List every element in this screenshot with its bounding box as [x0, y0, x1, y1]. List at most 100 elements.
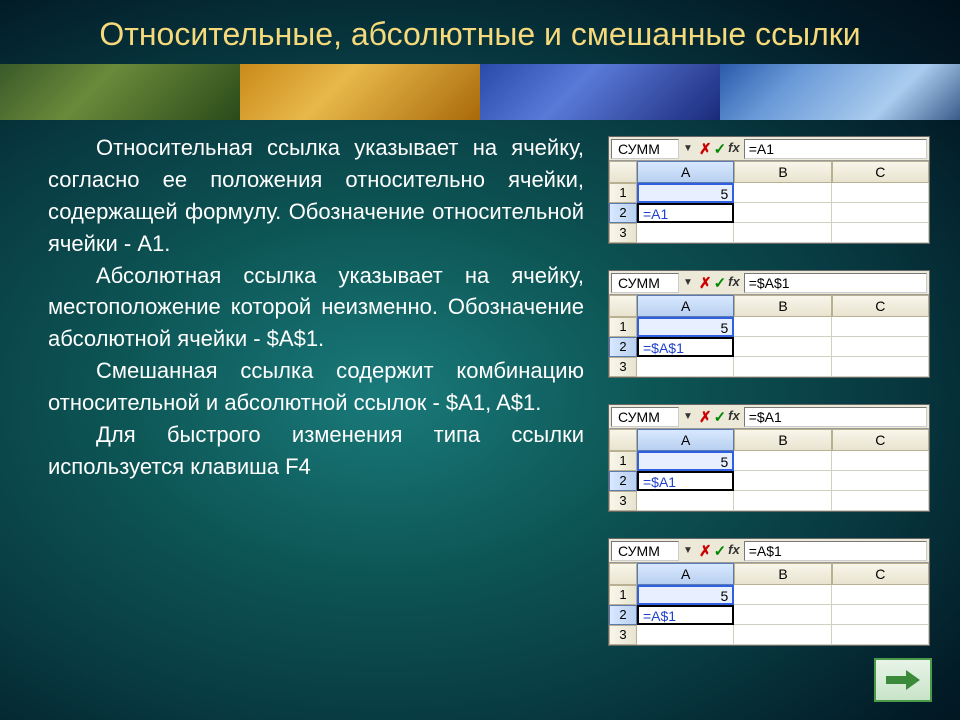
image-banner: [0, 64, 960, 120]
cell[interactable]: [832, 223, 929, 243]
formula-input[interactable]: =$A$1: [744, 273, 927, 293]
col-header[interactable]: C: [832, 161, 929, 183]
col-header[interactable]: C: [832, 429, 929, 451]
row-header[interactable]: 3: [609, 223, 637, 243]
cell[interactable]: [832, 357, 929, 377]
col-header[interactable]: B: [734, 563, 831, 585]
cell[interactable]: [734, 625, 831, 645]
row-header[interactable]: 3: [609, 625, 637, 645]
cancel-icon[interactable]: ✗: [699, 542, 712, 560]
formula-input[interactable]: =A$1: [744, 541, 927, 561]
row-header[interactable]: 2: [609, 605, 637, 625]
cell[interactable]: [637, 625, 734, 645]
cell-a1[interactable]: 5: [637, 451, 734, 471]
cell[interactable]: [832, 317, 929, 337]
cell-a2-active[interactable]: =$A1: [637, 471, 734, 491]
cell[interactable]: [832, 471, 929, 491]
cell[interactable]: [832, 585, 929, 605]
row-header[interactable]: 1: [609, 183, 637, 203]
name-box[interactable]: СУММ: [611, 541, 679, 561]
cancel-icon[interactable]: ✗: [699, 274, 712, 292]
cell[interactable]: [637, 491, 734, 511]
cell[interactable]: [832, 625, 929, 645]
enter-icon[interactable]: ✓: [714, 408, 727, 426]
paragraph: Смешанная ссылка содержит комбинацию отн…: [48, 355, 584, 419]
row-header[interactable]: 2: [609, 471, 637, 491]
cell[interactable]: [637, 223, 734, 243]
cell[interactable]: [734, 183, 831, 203]
cell-a1[interactable]: 5: [637, 585, 734, 605]
formula-bar: СУММ ▼ ✗ ✓ fx =A$1: [609, 539, 929, 563]
cell[interactable]: [734, 203, 831, 223]
cell[interactable]: [637, 357, 734, 377]
cell[interactable]: [832, 491, 929, 511]
corner-header[interactable]: [609, 429, 637, 451]
col-header[interactable]: A: [637, 429, 734, 451]
cell[interactable]: [734, 605, 831, 625]
name-box[interactable]: СУММ: [611, 139, 679, 159]
cell-a1[interactable]: 5: [637, 183, 734, 203]
cancel-icon[interactable]: ✗: [699, 408, 712, 426]
cell[interactable]: [832, 451, 929, 471]
row-header[interactable]: 1: [609, 451, 637, 471]
enter-icon[interactable]: ✓: [714, 140, 727, 158]
name-box[interactable]: СУММ: [611, 273, 679, 293]
col-header[interactable]: C: [832, 295, 929, 317]
fx-icon[interactable]: fx: [728, 542, 740, 560]
formula-input[interactable]: =$A1: [744, 407, 927, 427]
body-text: Относительная ссылка указывает на ячейку…: [48, 132, 584, 646]
col-header[interactable]: A: [637, 161, 734, 183]
col-header[interactable]: C: [832, 563, 929, 585]
col-header[interactable]: B: [734, 429, 831, 451]
cell[interactable]: [734, 471, 831, 491]
dropdown-icon[interactable]: ▼: [681, 545, 695, 556]
corner-header[interactable]: [609, 563, 637, 585]
corner-header[interactable]: [609, 295, 637, 317]
col-header[interactable]: B: [734, 295, 831, 317]
cell-a2-active[interactable]: =$A$1: [637, 337, 734, 357]
row-header[interactable]: 3: [609, 357, 637, 377]
row-header[interactable]: 1: [609, 585, 637, 605]
cell[interactable]: [734, 451, 831, 471]
corner-header[interactable]: [609, 161, 637, 183]
spreadsheet-example: СУММ ▼ ✗ ✓ fx =$A1 A B C 1 5 2 =$A1: [608, 404, 930, 512]
spreadsheet-example: СУММ ▼ ✗ ✓ fx =A$1 A B C 1 5 2 =A$1: [608, 538, 930, 646]
cell[interactable]: [734, 317, 831, 337]
cell-a2-active[interactable]: =A$1: [637, 605, 734, 625]
row-header[interactable]: 2: [609, 203, 637, 223]
fx-icon[interactable]: fx: [728, 140, 740, 158]
col-header[interactable]: A: [637, 295, 734, 317]
enter-icon[interactable]: ✓: [714, 542, 727, 560]
fx-icon[interactable]: fx: [728, 274, 740, 292]
cell-a2-active[interactable]: =A1: [637, 203, 734, 223]
slide-title: Относительные, абсолютные и смешанные сс…: [0, 0, 960, 60]
row-header[interactable]: 1: [609, 317, 637, 337]
cell[interactable]: [734, 585, 831, 605]
cell[interactable]: [734, 491, 831, 511]
next-slide-button[interactable]: [874, 658, 932, 702]
cell-a1[interactable]: 5: [637, 317, 734, 337]
name-box[interactable]: СУММ: [611, 407, 679, 427]
formula-input[interactable]: =A1: [744, 139, 927, 159]
dropdown-icon[interactable]: ▼: [681, 277, 695, 288]
col-header[interactable]: A: [637, 563, 734, 585]
col-header[interactable]: B: [734, 161, 831, 183]
formula-bar: СУММ ▼ ✗ ✓ fx =A1: [609, 137, 929, 161]
dropdown-icon[interactable]: ▼: [681, 143, 695, 154]
cancel-icon[interactable]: ✗: [699, 140, 712, 158]
spreadsheet-examples: СУММ ▼ ✗ ✓ fx =A1 A B C 1 5 2 =A1: [608, 132, 930, 646]
cell[interactable]: [832, 605, 929, 625]
row-header[interactable]: 3: [609, 491, 637, 511]
formula-bar: СУММ ▼ ✗ ✓ fx =$A$1: [609, 271, 929, 295]
dropdown-icon[interactable]: ▼: [681, 411, 695, 422]
cell[interactable]: [832, 183, 929, 203]
row-header[interactable]: 2: [609, 337, 637, 357]
cell[interactable]: [734, 223, 831, 243]
cell[interactable]: [832, 203, 929, 223]
arrow-right-icon: [886, 668, 920, 692]
cell[interactable]: [832, 337, 929, 357]
cell[interactable]: [734, 337, 831, 357]
enter-icon[interactable]: ✓: [714, 274, 727, 292]
fx-icon[interactable]: fx: [728, 408, 740, 426]
cell[interactable]: [734, 357, 831, 377]
